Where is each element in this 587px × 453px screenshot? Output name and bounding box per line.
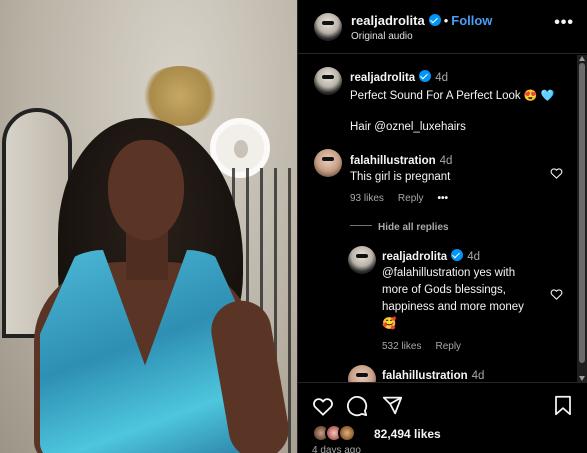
verified-icon <box>451 249 464 261</box>
next-comment-username[interactable]: falahillustration <box>382 370 468 382</box>
scroll-down-arrow[interactable] <box>579 376 585 381</box>
next-comment-time: 4d <box>471 370 485 382</box>
caption-author-line: realjadrolita 4d <box>350 68 575 86</box>
video-subject-face <box>108 140 184 240</box>
post-date: 4 days ago <box>312 445 361 453</box>
comment-reply-button[interactable]: Reply <box>398 193 424 204</box>
comment-time: 4d <box>439 155 453 167</box>
replies-divider <box>350 225 372 227</box>
audio-link[interactable]: Original audio <box>351 31 413 42</box>
comment-text: This girl is pregnant <box>350 171 451 183</box>
caption-emojis: 😍 🩵 <box>523 90 555 102</box>
scroll-up-arrow[interactable] <box>579 56 585 61</box>
caption-avatar[interactable] <box>314 67 342 95</box>
reply-reply-button[interactable]: Reply <box>435 341 461 352</box>
author-username[interactable]: realjadrolita <box>351 13 425 28</box>
reply-like-heart-icon[interactable] <box>550 288 563 300</box>
verified-icon <box>419 70 432 82</box>
caption: realjadrolita 4d Perfect Sound For A Perf… <box>350 68 575 136</box>
post-video[interactable] <box>0 0 297 453</box>
reply-line-2: more of Gods blessings, <box>382 284 507 296</box>
more-options-icon[interactable]: ••• <box>554 15 574 31</box>
next-comment: falahillustration 4d <box>382 366 484 382</box>
reply-line-3: happiness and more money <box>382 301 524 313</box>
like-heart-icon[interactable] <box>312 396 334 416</box>
likes-count[interactable]: 82,494 likes <box>374 427 441 441</box>
caption-username[interactable]: realjadrolita <box>350 72 415 84</box>
caption-time: 4d <box>435 72 448 84</box>
comment-likes[interactable]: 93 likes <box>350 193 384 204</box>
comment-meta: 93 likes Reply ••• <box>350 193 550 204</box>
comment: falahillustration 4d This girl is pregnan… <box>350 151 550 204</box>
comments-scrollbar[interactable] <box>577 55 587 382</box>
comment-avatar[interactable] <box>314 149 342 177</box>
post-actions <box>298 382 587 453</box>
reply-meta: 532 likes Reply <box>382 341 552 352</box>
caption-line-1: Perfect Sound For A Perfect Look 😍 🩵 <box>350 88 575 105</box>
separator-dot: • <box>443 13 449 28</box>
author-line: realjadrolita • Follow <box>351 13 492 28</box>
liker-avatar <box>338 424 356 442</box>
bookmark-icon[interactable] <box>554 395 572 416</box>
reply-emoji: 🥰 <box>382 318 397 330</box>
video-plant <box>140 66 220 126</box>
scroll-thumb[interactable] <box>579 63 585 363</box>
post-side-panel: realjadrolita • Follow Original audio ••• … <box>297 0 587 453</box>
comment-like-heart-icon[interactable] <box>550 167 563 179</box>
hide-replies-label[interactable]: Hide all replies <box>378 222 449 233</box>
reply-avatar[interactable] <box>348 246 376 274</box>
hide-replies-toggle[interactable]: Hide all replies <box>350 217 449 235</box>
share-icon[interactable] <box>382 395 403 416</box>
follow-button[interactable]: Follow <box>451 13 492 28</box>
next-comment-avatar[interactable] <box>348 365 376 382</box>
comment-icon[interactable] <box>346 395 368 417</box>
reply-line-1: @falahillustration yes with <box>382 267 516 279</box>
caption-text: Perfect Sound For A Perfect Look <box>350 90 521 102</box>
reply-time: 4d <box>467 251 480 263</box>
reply: realjadrolita 4d @falahillustration yes w… <box>382 247 552 352</box>
comment-username[interactable]: falahillustration <box>350 155 436 167</box>
author-avatar[interactable] <box>314 13 342 41</box>
verified-icon <box>428 14 441 26</box>
post-header: realjadrolita • Follow Original audio ••• <box>298 0 587 54</box>
reply-likes[interactable]: 532 likes <box>382 341 421 352</box>
comments-list[interactable]: realjadrolita 4d Perfect Sound For A Perf… <box>298 55 587 382</box>
comment-more-icon[interactable]: ••• <box>437 193 448 204</box>
caption-line-2: Hair @oznel_luxehairs <box>350 121 466 133</box>
reply-username[interactable]: realjadrolita <box>382 251 447 263</box>
